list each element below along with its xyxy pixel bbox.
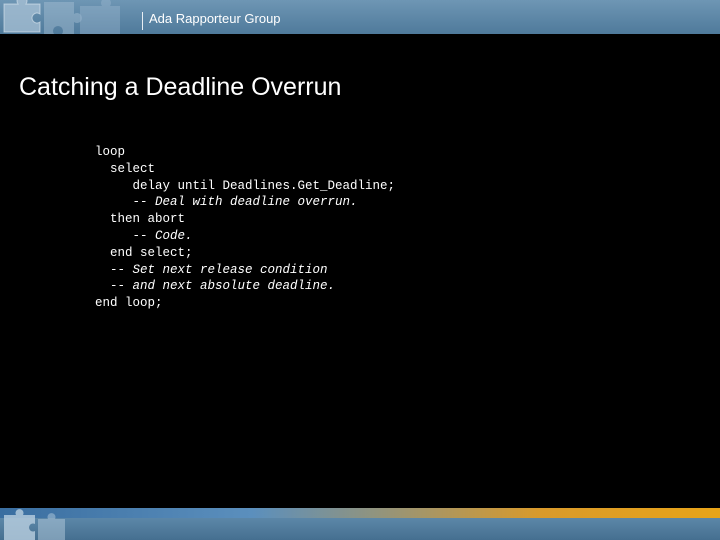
- footer-bar: [0, 518, 720, 540]
- code-line: end select;: [95, 245, 193, 260]
- code-line: -- Deal with deadline overrun.: [95, 195, 358, 210]
- code-line: loop: [95, 145, 126, 159]
- footer-accent-bar: [0, 508, 720, 518]
- code-line: select: [95, 161, 156, 176]
- puzzle-logo-icon: [4, 509, 65, 540]
- code-line: end loop;: [95, 296, 163, 311]
- code-line: -- Set next release condition: [95, 262, 328, 277]
- puzzle-logo-icon: [3, 0, 120, 34]
- header-divider: [142, 12, 143, 30]
- slide-title: Catching a Deadline Overrun: [19, 73, 342, 101]
- group-name: Ada Rapporteur Group: [149, 11, 281, 26]
- code-line: then abort: [95, 212, 186, 227]
- code-line: -- Code.: [95, 228, 193, 243]
- code-line: delay until Deadlines.Get_Deadline;: [95, 178, 396, 193]
- code-block: loop select delay until Deadlines.Get_De…: [95, 144, 395, 312]
- header-bar: Ada Rapporteur Group: [0, 0, 720, 34]
- code-line: -- and next absolute deadline.: [95, 279, 336, 294]
